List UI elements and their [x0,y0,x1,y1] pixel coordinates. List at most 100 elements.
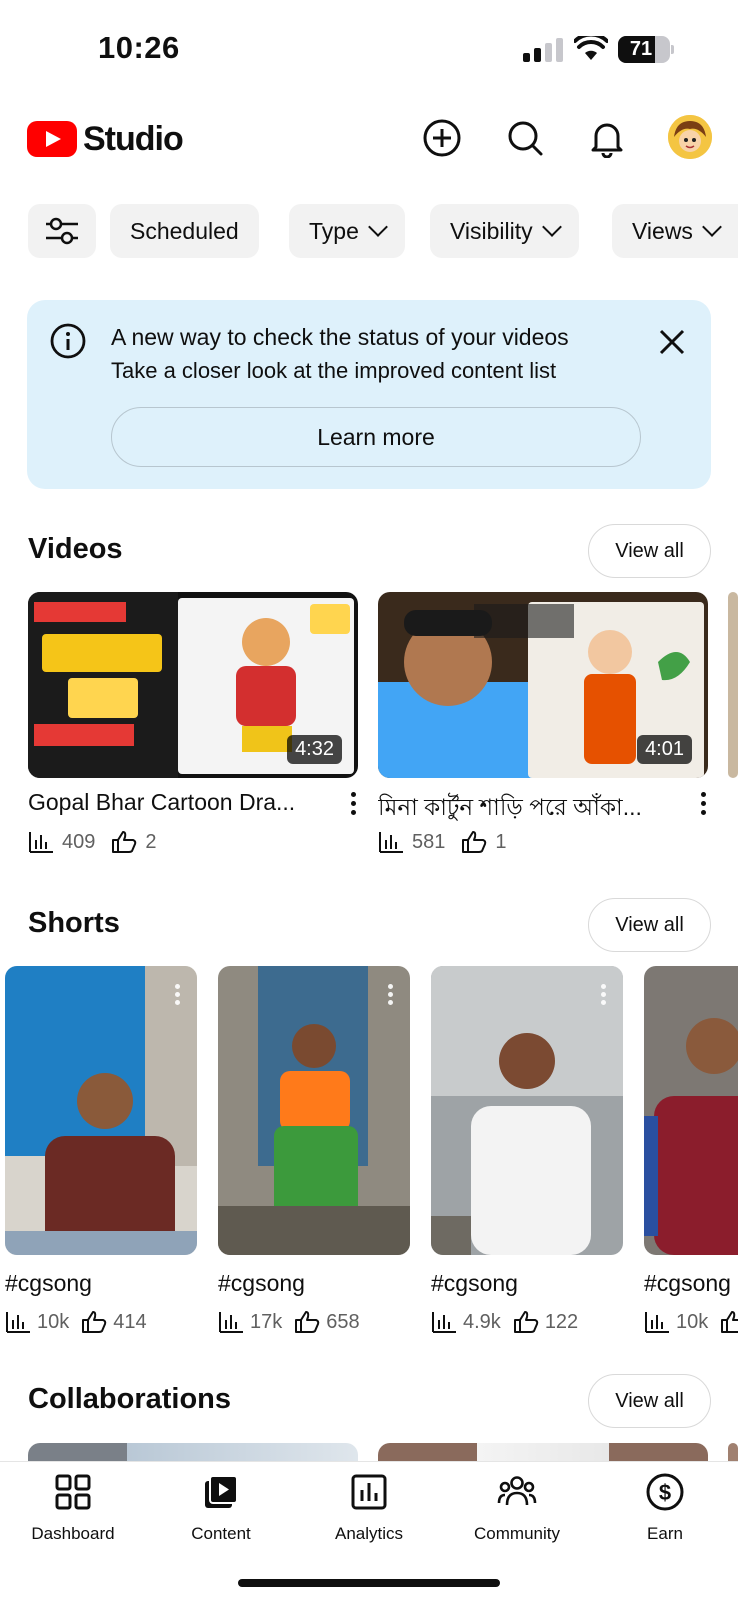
info-banner: A new way to check the status of your vi… [27,300,711,489]
video-stats: 581 1 [378,830,523,854]
short-card[interactable]: #cgsong 4.9k 122 [431,966,623,1333]
short-stats: 4.9k 122 [431,1310,590,1334]
video-title[interactable]: Gopal Bhar Cartoon Dra... [28,789,320,816]
short-stats: 10k [644,1310,738,1334]
like-count: 658 [326,1310,360,1333]
nav-earn[interactable]: $ Earn [592,1472,738,1552]
thumbs-up-icon [513,1311,539,1333]
thumbs-up-icon [112,831,137,853]
view-count: 10k [676,1310,709,1333]
chip-label: Visibility [450,217,533,244]
video-stats: 409 2 [28,830,173,854]
chevron-down-icon [541,217,562,237]
like-count: 1 [495,830,507,853]
short-stats: 17k 658 [218,1310,372,1334]
nav-label: Content [191,1524,251,1543]
like-count: 2 [145,830,157,853]
chip-type[interactable]: Type [289,204,405,258]
short-card-partial[interactable]: #cgsong 10k [644,966,738,1346]
community-icon [497,1476,537,1506]
wifi-icon [574,36,608,60]
battery-level: 71 [629,38,653,60]
avatar[interactable] [668,115,712,159]
like-count: 122 [544,1310,579,1333]
more-options-icon[interactable] [698,792,708,818]
more-options-icon[interactable] [175,984,181,1008]
like-count: 414 [113,1310,147,1333]
chevron-down-icon [702,217,722,237]
short-thumbnail[interactable] [431,966,623,1255]
collaboration-thumbnail-partial[interactable] [728,1443,738,1463]
collaboration-thumbnail[interactable] [28,1443,358,1463]
svg-text:$: $ [659,1480,671,1505]
chip-visibility[interactable]: Visibility [430,204,579,258]
more-options-icon[interactable] [388,984,394,1008]
content-icon [205,1475,238,1508]
view-count: 4.9k [463,1310,501,1333]
shorts-view-all-button[interactable]: View all [588,898,711,952]
collaborations-view-all-button[interactable]: View all [588,1374,711,1428]
app-header: Studio [0,100,738,180]
views-chart-icon [219,1312,243,1333]
chip-views[interactable]: Views [612,204,738,258]
video-card[interactable]: 4:32 Gopal Bhar Cartoon Dra... 409 2 [28,592,358,853]
thumbs-up-icon [462,831,487,853]
more-options-icon[interactable] [348,792,358,818]
thumbs-up-icon [82,1311,107,1333]
video-card-partial[interactable] [728,592,738,778]
search-icon[interactable] [503,116,547,160]
views-chart-icon [379,832,403,853]
learn-more-button[interactable]: Learn more [111,407,641,467]
nav-dashboard[interactable]: Dashboard [0,1472,146,1552]
short-title[interactable]: #cgsong [644,1270,731,1297]
status-time: 10:26 [98,30,180,65]
views-chart-icon [6,1312,30,1333]
short-thumbnail[interactable] [644,966,738,1255]
video-thumbnail[interactable]: 4:32 [28,592,358,778]
nav-label: Community [474,1524,560,1543]
video-duration: 4:32 [287,735,342,764]
chip-label: Type [309,217,359,244]
sliders-icon [46,217,78,245]
youtube-studio-logo[interactable]: Studio [27,118,184,160]
nav-community[interactable]: Community [444,1472,590,1552]
nav-label: Analytics [334,1524,404,1543]
analytics-icon [351,1474,387,1510]
section-title-shorts: Shorts [28,907,120,939]
short-thumbnail[interactable] [218,966,410,1255]
status-bar: 10:26 71 [0,0,738,100]
collaboration-thumbnail[interactable] [378,1443,708,1463]
home-indicator[interactable] [238,1579,500,1587]
more-options-icon[interactable] [601,984,607,1008]
bell-icon[interactable] [585,116,629,160]
short-stats: 10k 414 [5,1310,159,1334]
short-title[interactable]: #cgsong [218,1270,305,1297]
banner-title: A new way to check the status of your vi… [111,324,569,350]
video-thumbnail[interactable] [728,592,738,778]
close-icon[interactable] [657,327,687,357]
video-thumbnail[interactable]: 4:01 [378,592,708,778]
chip-scheduled[interactable]: Scheduled [110,204,259,258]
logo-text: Studio [83,119,184,158]
video-duration: 4:01 [637,735,692,764]
view-count: 581 [412,830,446,853]
filter-settings-button[interactable] [28,204,96,258]
nav-content[interactable]: Content [148,1472,294,1552]
banner-subtitle: Take a closer look at the improved conte… [111,358,557,383]
video-card[interactable]: 4:01 মিনা কার্টুন শাড়ি পরে আঁকা... 581 … [378,592,708,853]
short-thumbnail[interactable] [5,966,197,1255]
short-title[interactable]: #cgsong [5,1270,92,1297]
filter-chip-bar: Scheduled Type Visibility Views [0,204,738,260]
short-card[interactable]: #cgsong 10k 414 [5,966,197,1333]
view-count: 10k [37,1310,70,1333]
nav-analytics[interactable]: Analytics [296,1472,442,1552]
cellular-signal-icon [523,38,563,62]
short-title[interactable]: #cgsong [431,1270,518,1297]
videos-view-all-button[interactable]: View all [588,524,711,578]
view-count: 409 [62,830,96,853]
create-icon[interactable] [420,116,464,160]
nav-label: Dashboard [31,1524,115,1543]
short-card[interactable]: #cgsong 17k 658 [218,966,410,1333]
video-title[interactable]: মিনা কার্টুন শাড়ি পরে আঁকা... [378,789,670,828]
info-icon [50,323,86,359]
